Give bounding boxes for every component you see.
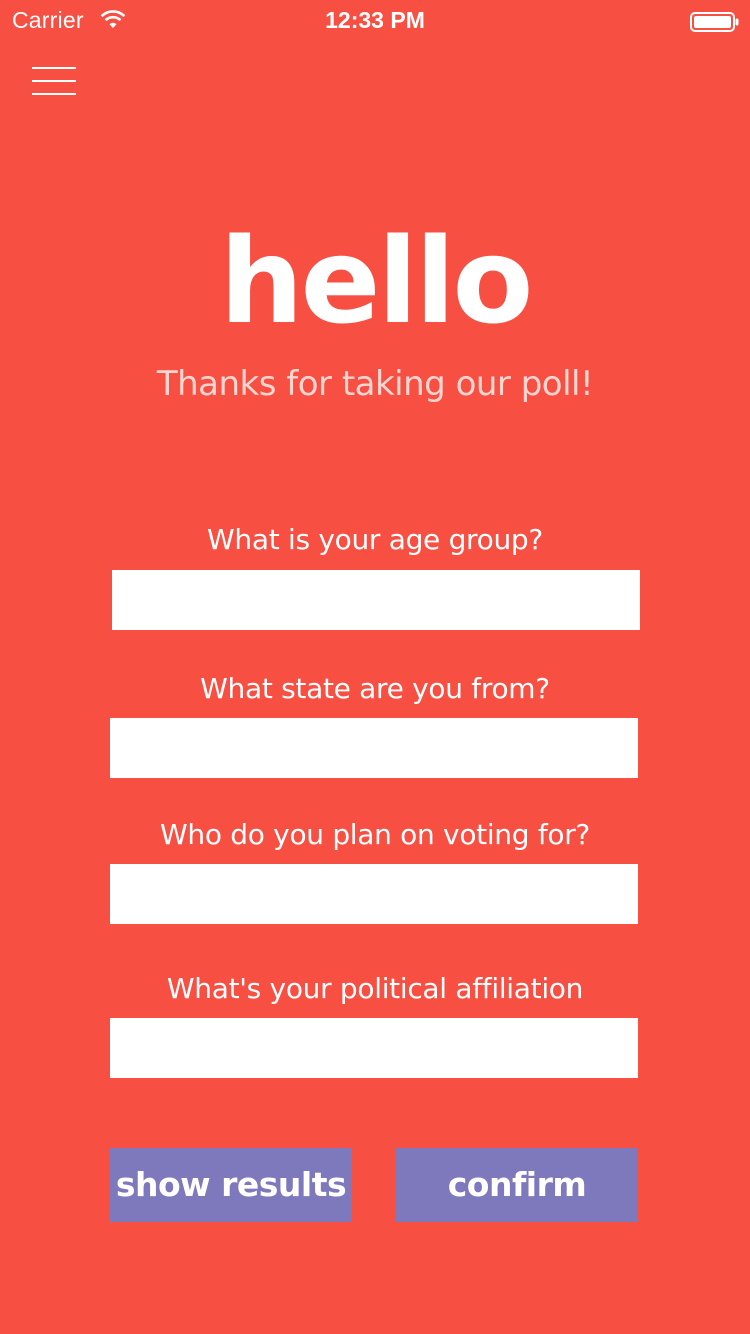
voting-for-label: Who do you plan on voting for?: [160, 818, 590, 851]
political-affiliation-label: What's your political affiliation: [166, 972, 584, 1005]
hamburger-menu-icon[interactable]: [30, 66, 78, 100]
show-results-button[interactable]: show results: [110, 1148, 352, 1222]
age-group-label: What is your age group?: [207, 523, 543, 556]
voting-for-input[interactable]: [110, 864, 638, 924]
state-label: What state are you from?: [200, 672, 550, 705]
political-affiliation-input[interactable]: [110, 1018, 638, 1078]
status-bar: Carrier 12:33 PM: [0, 0, 750, 40]
confirm-button[interactable]: confirm: [396, 1148, 638, 1222]
status-time: 12:33 PM: [325, 7, 425, 33]
page-subtitle: Thanks for taking our poll!: [156, 364, 594, 404]
age-group-input[interactable]: [112, 570, 640, 630]
state-input[interactable]: [110, 718, 638, 778]
page-title: hello: [219, 212, 534, 350]
poll-screen: Carrier 12:33 PM hello Thanks for taking…: [0, 0, 750, 1334]
battery-icon: [690, 11, 740, 38]
